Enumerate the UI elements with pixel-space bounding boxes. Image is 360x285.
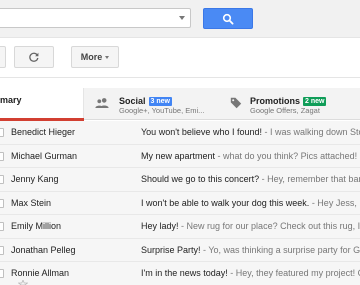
more-button[interactable]: More	[71, 46, 119, 68]
email-subject: I won't be able to walk your dog this we…	[141, 197, 310, 208]
star-icon[interactable]	[18, 280, 28, 285]
row-checkbox[interactable]	[0, 198, 4, 208]
email-sender: Jenny Kang	[11, 174, 59, 184]
email-snippet: Surprise Party! - Yo, was thinking a sur…	[141, 245, 360, 255]
email-snippet: I won't be able to walk your dog this we…	[141, 198, 360, 208]
email-row[interactable]: Michael Gurman My new apartment - what d…	[0, 144, 360, 168]
tab-primary[interactable]: mary	[0, 88, 84, 121]
email-subject: Surprise Party!	[141, 244, 201, 255]
email-sender: Max Stein	[11, 197, 52, 208]
chevron-down-icon	[105, 55, 110, 59]
refresh-button[interactable]	[14, 46, 54, 68]
email-row[interactable]: Emily Million Hey lady! - New rug for ou…	[0, 215, 360, 239]
email-preview: - New rug for our place? Check out this …	[178, 221, 360, 231]
email-row[interactable]: Jenny Kang Should we go to this concert?…	[0, 168, 360, 192]
row-checkbox[interactable]	[0, 269, 4, 278]
search-input[interactable]	[0, 8, 191, 28]
tab-social-title: Social 3 new	[119, 96, 172, 106]
email-snippet: My new apartment - what do you think? Pi…	[141, 151, 360, 161]
people-icon	[95, 98, 109, 108]
email-preview: - Yo, was thinking a surprise party for …	[200, 244, 360, 255]
email-snippet: Hey lady! - New rug for our place? Check…	[141, 221, 360, 231]
search-bar	[0, 0, 360, 38]
row-checkbox[interactable]	[0, 128, 4, 137]
email-subject: My new apartment	[141, 150, 216, 161]
email-sender: Ronnie Allman	[11, 268, 70, 278]
row-checkbox[interactable]	[0, 222, 4, 231]
new-count-badge: 2 new	[303, 97, 327, 106]
email-row[interactable]: Ronnie Allman I'm in the news today! - H…	[0, 262, 360, 285]
tag-icon	[230, 97, 242, 109]
tab-primary-label: mary	[0, 95, 22, 105]
row-checkbox[interactable]	[0, 245, 4, 255]
refresh-icon	[29, 52, 39, 62]
email-sender: Jonathan Pelleg	[11, 244, 76, 255]
email-row[interactable]: Jonathan Pelleg Surprise Party! - Yo, wa…	[0, 238, 360, 262]
email-preview: - I was walking down Stock	[264, 127, 360, 137]
email-snippet: Should we go to this concert? - Hey, rem…	[141, 174, 360, 184]
search-options-chevron-icon[interactable]	[179, 16, 185, 20]
tab-social-subtitle: Google+, YouTube, Emi...	[119, 106, 205, 115]
tab-promotions-title: Promotions 2 new	[250, 96, 327, 106]
email-snippet: I'm in the news today! - Hey, they featu…	[141, 268, 360, 278]
tab-social-label: Social	[119, 96, 146, 106]
row-checkbox[interactable]	[0, 151, 4, 161]
tab-promotions[interactable]: Promotions 2 new Google Offers, Zagat	[216, 88, 360, 120]
email-preview: - Hey, remember that band	[259, 174, 360, 184]
email-preview: - Hey, they featured my project! Che	[227, 268, 360, 278]
email-sender: Emily Million	[11, 221, 62, 231]
email-row[interactable]: Benedict Hieger You won't believe who I …	[0, 121, 360, 145]
category-tabs: mary Social 3 new Google+, YouTube, Emi..…	[0, 88, 360, 121]
email-subject: You won't believe who I found!	[141, 127, 262, 137]
email-subject: Should we go to this concert?	[141, 174, 260, 184]
email-sender: Michael Gurman	[11, 150, 78, 161]
email-subject: Hey lady!	[141, 221, 179, 231]
email-row[interactable]: Max Stein I won't be able to walk your d…	[0, 191, 360, 215]
search-icon	[222, 13, 234, 25]
row-checkbox[interactable]	[0, 175, 4, 184]
toolbar: More	[0, 38, 360, 78]
new-count-badge: 3 new	[148, 97, 172, 106]
email-preview: - Hey Jess, I'm	[311, 197, 360, 208]
email-preview: - what do you think? Pics attached!	[215, 150, 358, 161]
email-subject: I'm in the news today!	[141, 268, 228, 278]
select-button[interactable]	[0, 46, 6, 68]
tab-promotions-label: Promotions	[250, 96, 301, 106]
tab-social[interactable]: Social 3 new Google+, YouTube, Emi...	[85, 88, 215, 120]
more-button-label: More	[80, 52, 103, 62]
email-sender: Benedict Hieger	[11, 127, 76, 137]
email-snippet: You won't believe who I found! - I was w…	[141, 127, 360, 137]
search-button[interactable]	[203, 8, 253, 29]
tab-promotions-subtitle: Google Offers, Zagat	[250, 106, 320, 115]
email-list: Benedict Hieger You won't believe who I …	[0, 121, 360, 285]
